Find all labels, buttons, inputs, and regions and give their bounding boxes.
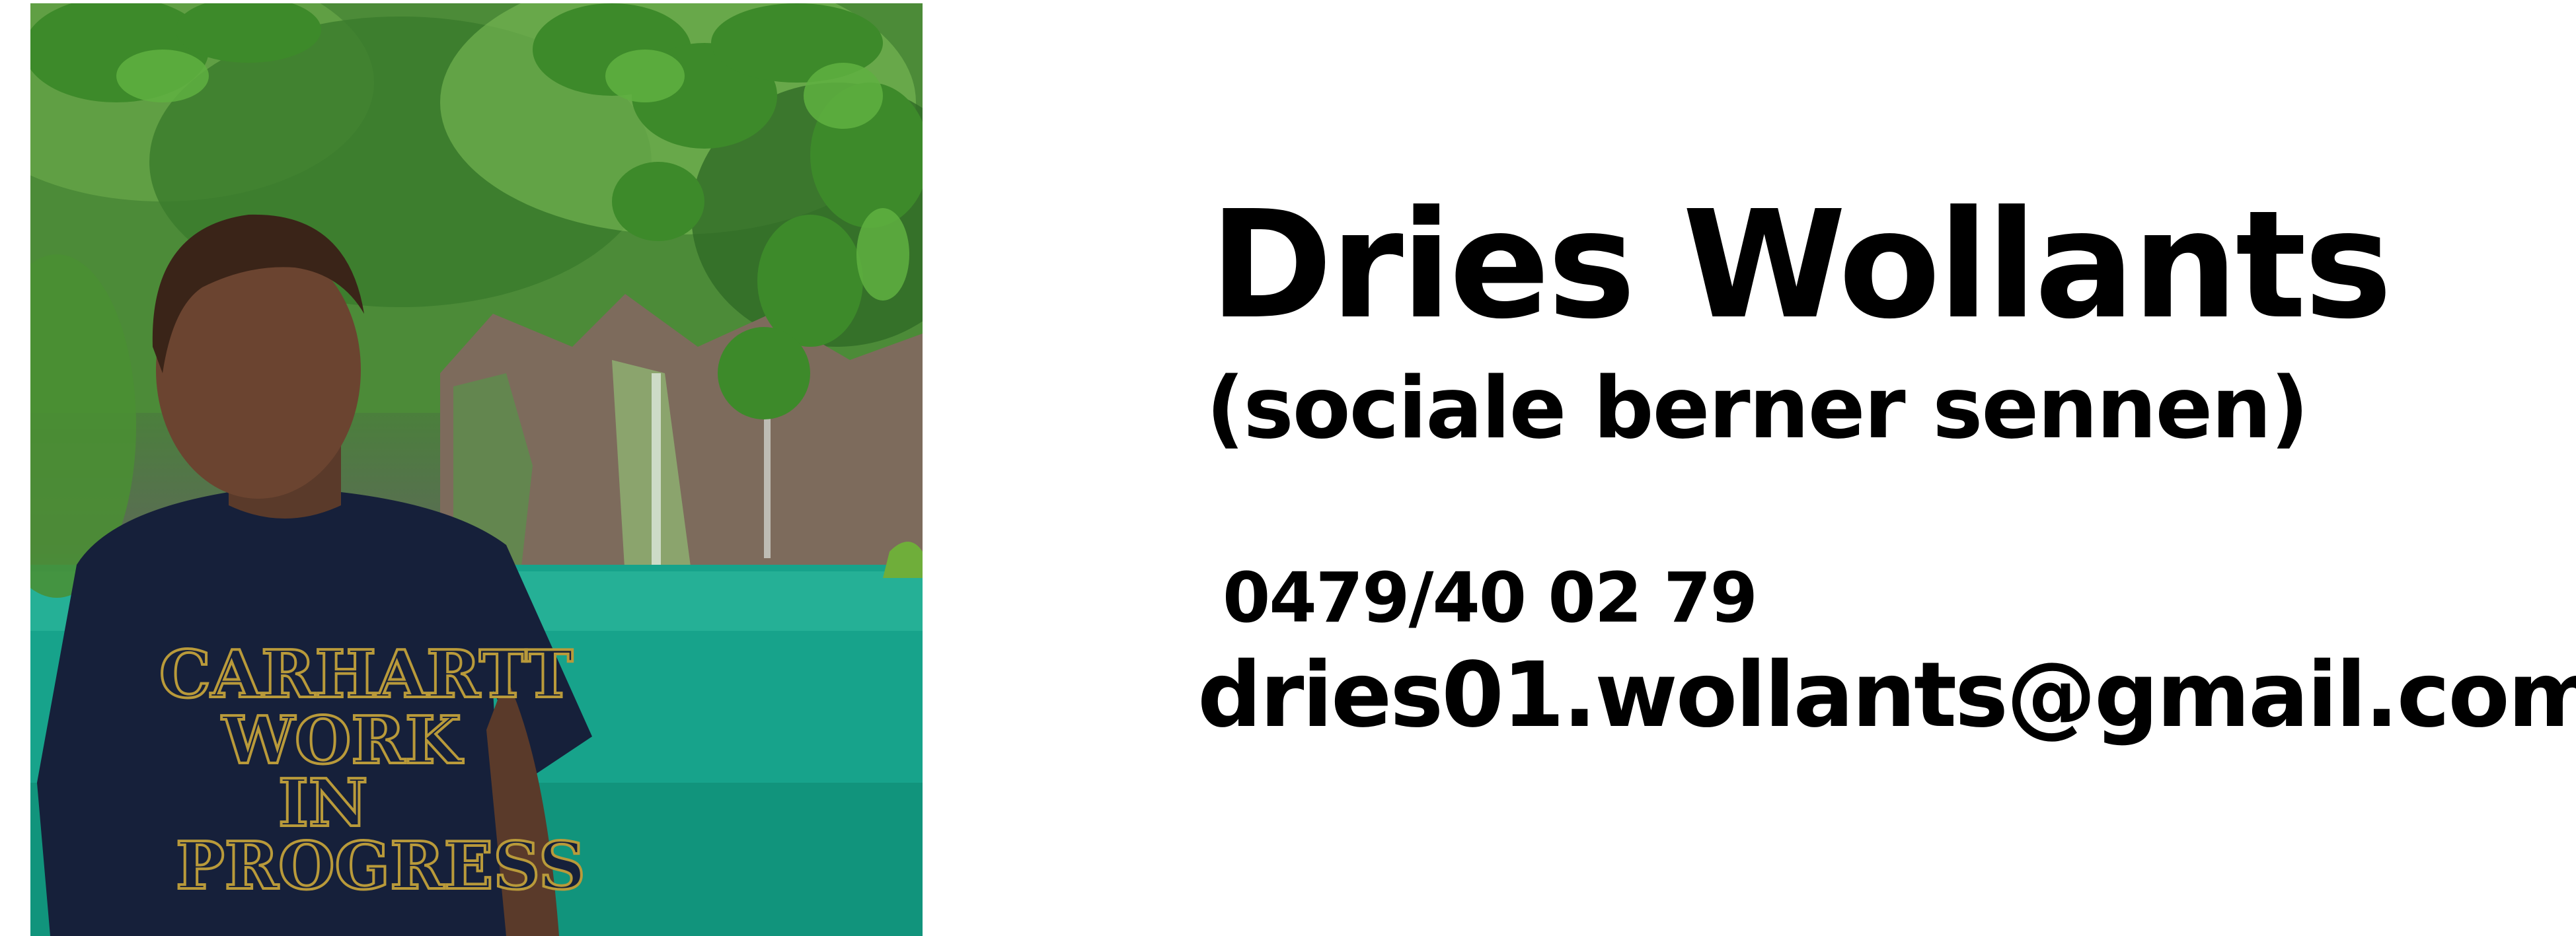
contact-subtitle: (sociale berner sennen) [1206,359,2309,458]
contact-name: Dries Wollants [1209,179,2392,352]
contact-email: dries01.wollants@gmail.com [1197,643,2576,748]
svg-text:CARHARTT: CARHARTT [159,637,573,713]
contact-phone: 0479/40 02 79 [1223,558,1758,638]
photo-illustration: CARHARTT WORK IN PROGRESS [30,3,923,936]
svg-text:PROGRESS: PROGRESS [176,828,586,904]
waterfall [652,373,661,571]
profile-photo: CARHARTT WORK IN PROGRESS [30,3,923,936]
